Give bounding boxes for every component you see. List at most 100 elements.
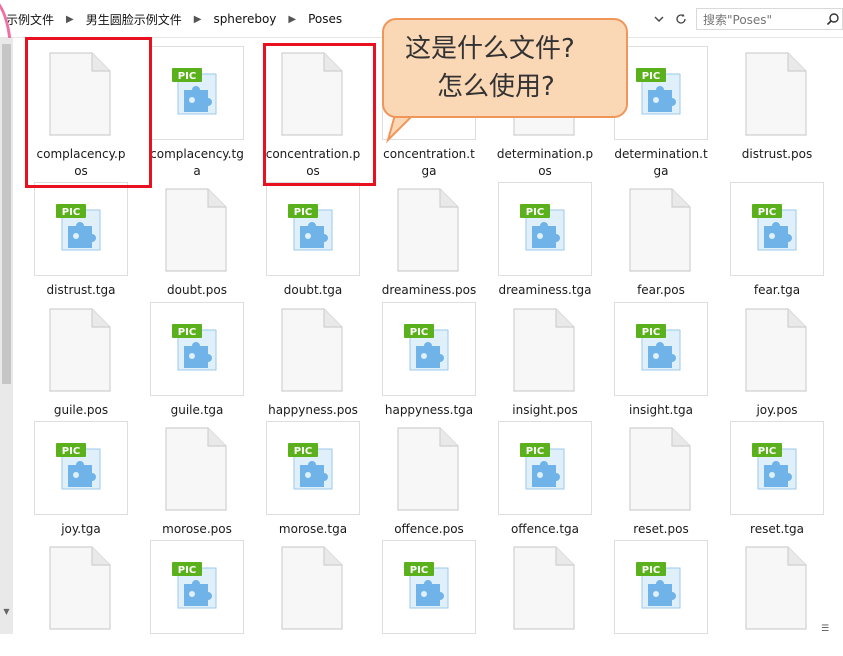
file-name-line: doubt.tga: [283, 283, 343, 297]
pic-image-icon: PIC: [172, 324, 217, 371]
svg-text:PIC: PIC: [410, 327, 428, 338]
file-name-label: fear.tga: [713, 282, 841, 299]
file-name-line: concentration.t: [383, 147, 475, 161]
file-name-label: insight.tga: [597, 402, 725, 419]
scrollbar-thumb[interactable]: [2, 44, 11, 384]
file-item[interactable]: doubt.pos: [133, 182, 249, 298]
history-dropdown-button[interactable]: [650, 9, 668, 29]
file-name-line: a: [193, 164, 201, 178]
file-item[interactable]: PIC insight.tga: [597, 302, 713, 418]
file-item[interactable]: insight.pos: [481, 302, 597, 418]
file-name-line: ga: [653, 164, 669, 178]
file-name-line: distrust.pos: [741, 147, 813, 161]
file-item[interactable]: PIC offence.tga: [481, 421, 597, 537]
file-name-label: concentration.t ga: [365, 146, 493, 180]
file-item[interactable]: PIC joy.tga: [17, 421, 133, 537]
blank-document-icon: [49, 308, 111, 392]
file-name-line: dreaminess.pos: [381, 283, 477, 297]
search-input[interactable]: [703, 11, 821, 29]
pic-image-icon: PIC: [520, 204, 565, 251]
file-item[interactable]: morose.pos: [133, 421, 249, 537]
file-item[interactable]: reset.pos: [597, 421, 713, 537]
blank-document-icon: [165, 188, 227, 272]
file-name-label: distrust.pos: [713, 146, 841, 163]
svg-text:PIC: PIC: [178, 71, 196, 82]
file-item[interactable]: PIC morose.tga: [249, 421, 365, 537]
svg-text:PIC: PIC: [178, 327, 196, 338]
file-item[interactable]: PIC doubt.tga: [249, 182, 365, 298]
file-item[interactable]: happyness.pos: [249, 302, 365, 418]
file-item[interactable]: distrust.pos: [713, 46, 829, 162]
file-item[interactable]: guile.pos: [17, 302, 133, 418]
file-name-line: insight.pos: [512, 403, 578, 417]
scroll-down-arrow-icon[interactable]: ▼: [1, 607, 12, 616]
file-item[interactable]: offence.pos: [365, 421, 481, 537]
breadcrumb-item[interactable]: 示例文件: [6, 11, 54, 28]
svg-text:PIC: PIC: [642, 71, 660, 82]
file-name-line: happyness.tga: [384, 403, 474, 417]
chevron-down-icon: [654, 16, 664, 22]
callout-line: 这是什么文件?: [405, 34, 575, 64]
pic-image-icon: PIC: [636, 324, 681, 371]
file-name-line: offence.tga: [510, 522, 580, 536]
file-name-line: guile.tga: [170, 403, 224, 417]
file-name-line: determination.p: [496, 147, 594, 161]
view-toggle-icon[interactable]: ☰: [821, 624, 829, 634]
file-name-line: distrust.tga: [46, 283, 116, 297]
file-item[interactable]: [481, 540, 597, 656]
file-item[interactable]: PIC fear.tga: [713, 182, 829, 298]
file-name-line: morose.pos: [162, 522, 232, 536]
file-item[interactable]: PIC: [365, 540, 481, 656]
pic-image-icon: PIC: [172, 68, 217, 115]
file-name-label: morose.pos: [133, 521, 261, 538]
pic-image-icon: PIC: [404, 562, 449, 609]
blank-document-icon: [513, 308, 575, 392]
blank-document-icon: [745, 308, 807, 392]
svg-text:PIC: PIC: [642, 565, 660, 576]
file-item[interactable]: PIC: [597, 540, 713, 656]
svg-text:PIC: PIC: [410, 565, 428, 576]
file-item[interactable]: PIC dreaminess.tga: [481, 182, 597, 298]
file-item[interactable]: joy.pos: [713, 302, 829, 418]
file-item[interactable]: PIC reset.tga: [713, 421, 829, 537]
breadcrumb-item[interactable]: Poses: [308, 12, 342, 26]
pic-image-icon: PIC: [288, 443, 333, 490]
pic-image-icon: PIC: [288, 204, 333, 251]
navigation-pane-scrollbar[interactable]: ▼: [0, 38, 13, 634]
file-name-label: joy.pos: [713, 402, 841, 419]
chevron-right-icon[interactable]: ▶: [194, 14, 202, 25]
file-name-label: guile.pos: [17, 402, 145, 419]
file-name-line: reset.pos: [633, 522, 689, 536]
refresh-button[interactable]: [672, 9, 690, 29]
blank-document-icon: [745, 546, 807, 630]
search-icon[interactable]: [826, 12, 840, 26]
callout-text: 这是什么文件? 怎么使用?: [405, 30, 575, 106]
file-item[interactable]: [713, 540, 829, 656]
file-item[interactable]: PIC distrust.tga: [17, 182, 133, 298]
file-name-line: happyness.pos: [268, 403, 358, 417]
file-item[interactable]: PIC happyness.tga: [365, 302, 481, 418]
file-item[interactable]: [249, 540, 365, 656]
file-item[interactable]: PIC: [133, 540, 249, 656]
file-name-label: morose.tga: [249, 521, 377, 538]
pic-image-icon: PIC: [172, 562, 217, 609]
breadcrumb-item[interactable]: 男生圆脸示例文件: [86, 11, 182, 28]
svg-text:PIC: PIC: [294, 446, 312, 457]
blank-document-icon: [397, 188, 459, 272]
breadcrumb-item[interactable]: sphereboy: [213, 12, 276, 26]
chevron-right-icon[interactable]: ▶: [66, 14, 74, 25]
file-item[interactable]: [17, 540, 133, 656]
file-item[interactable]: dreaminess.pos: [365, 182, 481, 298]
svg-text:PIC: PIC: [758, 207, 776, 218]
file-name-line: insight.tga: [629, 403, 693, 417]
pic-image-icon: PIC: [636, 562, 681, 609]
file-item[interactable]: PIC guile.tga: [133, 302, 249, 418]
file-name-label: doubt.tga: [249, 282, 377, 299]
chevron-right-icon[interactable]: ▶: [288, 14, 296, 25]
pic-image-icon: PIC: [520, 443, 565, 490]
pic-image-icon: PIC: [752, 204, 797, 251]
file-item[interactable]: fear.pos: [597, 182, 713, 298]
svg-text:PIC: PIC: [62, 207, 80, 218]
highlight-box: [25, 37, 152, 188]
file-name-line: morose.tga: [278, 522, 348, 536]
